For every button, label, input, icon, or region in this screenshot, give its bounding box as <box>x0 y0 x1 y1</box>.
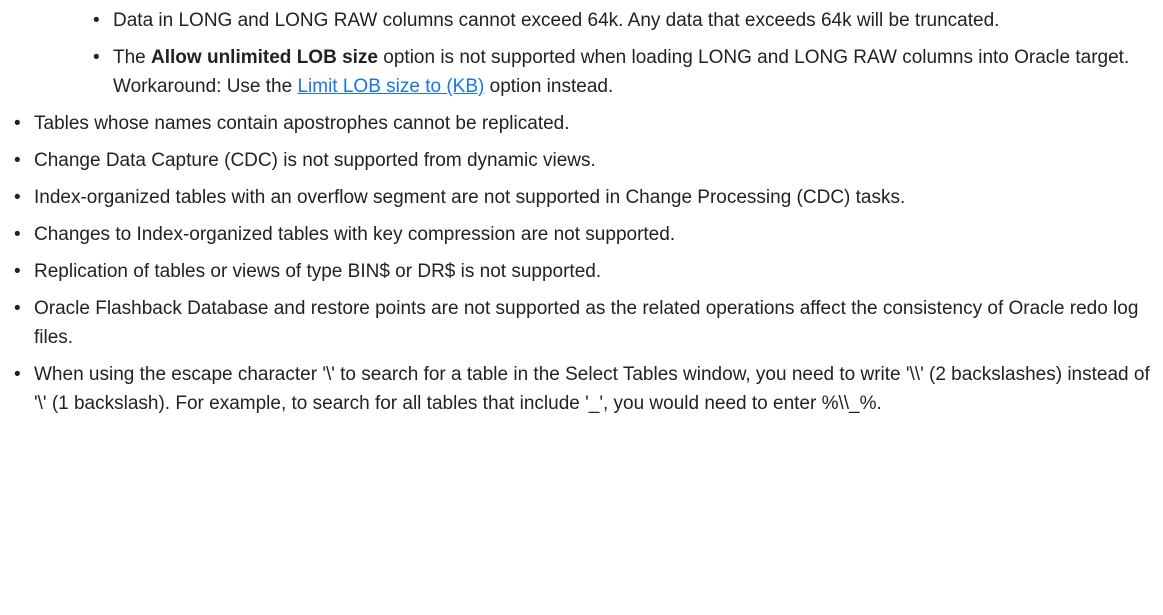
list-item: The Allow unlimited LOB size option is n… <box>93 43 1133 101</box>
list-item: Replication of tables or views of type B… <box>14 257 1162 286</box>
list-item-text: Oracle Flashback Database and restore po… <box>34 298 1139 348</box>
list-item: When using the escape character '\' to s… <box>14 360 1162 418</box>
list-item-suffix: option is not supported when loading LON… <box>378 47 1130 68</box>
workaround-suffix: option instead. <box>484 76 614 97</box>
workaround-line: Workaround: Use the Limit LOB size to (K… <box>113 72 1133 101</box>
nested-limitations-list: Data in LONG and LONG RAW columns cannot… <box>0 6 1133 101</box>
workaround-prefix: Workaround: Use the <box>113 76 298 97</box>
list-item-text: Tables whose names contain apostrophes c… <box>34 113 570 134</box>
list-item-text: Index-organized tables with an overflow … <box>34 187 906 208</box>
list-item-text: Change Data Capture (CDC) is not support… <box>34 150 596 171</box>
list-item: Changes to Index-organized tables with k… <box>14 220 1162 249</box>
list-item-text: When using the escape character '\' to s… <box>34 364 1150 414</box>
limitations-list: Tables whose names contain apostrophes c… <box>0 109 1162 418</box>
list-item-text: Replication of tables or views of type B… <box>34 261 602 282</box>
list-item: Tables whose names contain apostrophes c… <box>14 109 1162 138</box>
option-name-bold: Allow unlimited LOB size <box>151 47 378 68</box>
list-item: Change Data Capture (CDC) is not support… <box>14 146 1162 175</box>
list-item-text: Data in LONG and LONG RAW columns cannot… <box>113 10 1000 31</box>
document-content: Data in LONG and LONG RAW columns cannot… <box>0 0 1163 418</box>
list-item: Index-organized tables with an overflow … <box>14 183 1162 212</box>
list-item-text: Changes to Index-organized tables with k… <box>34 224 676 245</box>
list-item: Oracle Flashback Database and restore po… <box>14 294 1162 352</box>
list-item-prefix: The <box>113 47 152 68</box>
list-item: Data in LONG and LONG RAW columns cannot… <box>93 6 1133 35</box>
limit-lob-size-link[interactable]: Limit LOB size to (KB) <box>297 76 484 97</box>
